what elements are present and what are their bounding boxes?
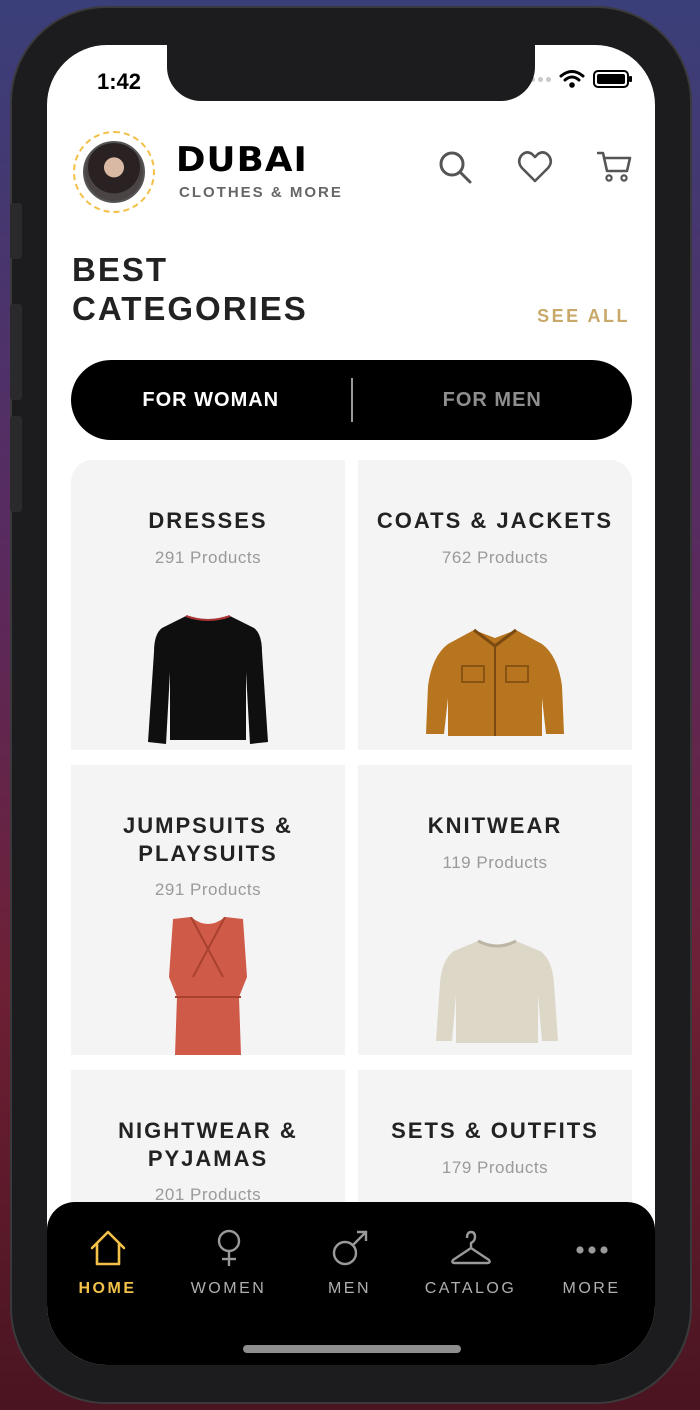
tab-label: CATALOG: [424, 1280, 517, 1297]
dress-image: [148, 615, 268, 744]
tab-label: MORE: [562, 1280, 621, 1297]
brand-tagline: CLOTHES & MORE: [179, 184, 343, 201]
category-card-jumpsuits-playsuits[interactable]: JUMPSUITS & PLAYSUITS 291 Products: [71, 765, 345, 1055]
tab-label: MEN: [327, 1280, 372, 1297]
category-count: 119 Products: [442, 853, 548, 872]
status-time: 1:42: [97, 69, 142, 94]
category-title: COATS & JACKETS: [376, 508, 614, 533]
gender-toggle: FOR WOMAN FOR MEN: [71, 360, 632, 440]
notch: [167, 45, 535, 101]
cart-icon[interactable]: [597, 149, 633, 185]
tab-label: HOME: [78, 1280, 137, 1297]
toggle-for-woman[interactable]: FOR WOMAN: [71, 389, 351, 412]
status-indicators: [522, 69, 632, 89]
category-count: 762 Products: [441, 548, 549, 567]
avatar[interactable]: [83, 141, 145, 203]
see-all-link[interactable]: SEE ALL: [537, 306, 630, 327]
category-title: SETS & OUTFITS: [391, 1118, 599, 1143]
tab-women[interactable]: WOMEN: [168, 1228, 289, 1298]
category-count: 179 Products: [441, 1158, 549, 1177]
category-title: JUMPSUITS & PLAYSUITS: [123, 813, 293, 866]
category-count: 291 Products: [154, 880, 262, 899]
category-title: DRESSES: [148, 508, 268, 533]
category-count: 291 Products: [154, 548, 262, 567]
tab-home[interactable]: HOME: [47, 1228, 168, 1298]
tab-catalog[interactable]: CATALOG: [410, 1228, 531, 1298]
category-title: KNITWEAR: [427, 813, 563, 838]
heart-icon[interactable]: [517, 149, 553, 185]
brand-logo: DUBAI: [175, 140, 308, 180]
app-screen: 1:42 DUBAI CLOTHES & MORE BEST CATEGORIE…: [47, 45, 655, 1365]
sweater-image: [436, 939, 558, 1043]
tab-men[interactable]: MEN: [289, 1228, 410, 1298]
section-title: BEST CATEGORIES: [72, 250, 308, 328]
home-indicator: [243, 1345, 461, 1353]
search-icon[interactable]: [437, 149, 473, 185]
header-actions: [437, 149, 633, 185]
tab-more[interactable]: MORE: [531, 1228, 652, 1298]
volume-up-button: [10, 304, 22, 400]
category-card-coats-jackets[interactable]: COATS & JACKETS 762 Products: [358, 460, 632, 750]
tab-label: WOMEN: [190, 1280, 267, 1297]
volume-down-button: [10, 416, 22, 512]
avatar-ring[interactable]: [73, 131, 155, 213]
bottom-tab-bar: HOME WOMEN MEN CATALOG MORE: [47, 1202, 655, 1365]
section-title-line2: CATEGORIES: [72, 290, 308, 327]
hanger-icon: [450, 1230, 491, 1265]
jumpsuit-image: [169, 917, 247, 1055]
battery-icon: [593, 70, 632, 88]
toggle-for-men[interactable]: FOR MEN: [353, 389, 633, 412]
female-icon: [217, 1229, 240, 1266]
category-title: NIGHTWEAR & PYJAMAS: [118, 1118, 298, 1171]
jacket-image: [426, 628, 564, 736]
category-card-dresses[interactable]: DRESSES 291 Products: [71, 460, 345, 750]
app-header: DUBAI CLOTHES & MORE: [73, 131, 633, 213]
wifi-icon: [559, 70, 585, 88]
male-icon: [332, 1230, 367, 1266]
silent-switch: [10, 203, 22, 259]
section-title-line1: BEST: [72, 251, 169, 288]
home-icon: [90, 1230, 125, 1266]
category-card-knitwear[interactable]: KNITWEAR 119 Products: [358, 765, 632, 1055]
more-icon: [575, 1246, 608, 1254]
